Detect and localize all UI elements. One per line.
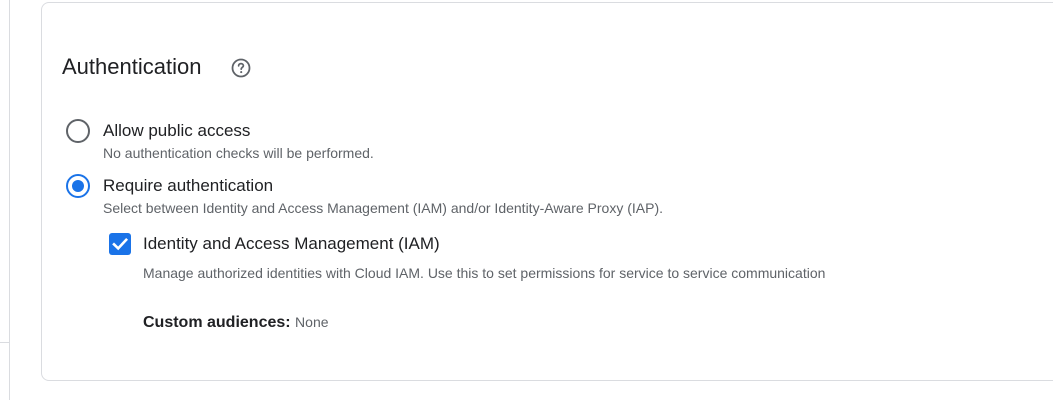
custom-audiences-label: Custom audiences:: [143, 314, 291, 331]
checkmark-icon: [112, 237, 129, 251]
iam-label: Identity and Access Management (IAM): [143, 234, 440, 253]
section-title: Authentication: [62, 54, 202, 79]
radio-allow-public-access[interactable]: [65, 118, 91, 144]
custom-audiences-value: None: [295, 314, 329, 330]
radio-require-authentication[interactable]: [65, 173, 91, 199]
custom-audiences: Custom audiences: None: [143, 312, 329, 333]
help-circle-icon[interactable]: [230, 57, 252, 79]
left-panel-edge: [0, 0, 10, 400]
iam-description: Manage authorized identities with Cloud …: [143, 265, 826, 281]
require-authentication-description: Select between Identity and Access Manag…: [103, 200, 664, 216]
iam-checkbox[interactable]: [109, 233, 131, 255]
allow-public-access-label: Allow public access: [103, 121, 251, 140]
allow-public-access-description: No authentication checks will be perform…: [103, 145, 374, 161]
require-authentication-label: Require authentication: [103, 176, 274, 195]
left-panel-divider: [0, 342, 10, 343]
